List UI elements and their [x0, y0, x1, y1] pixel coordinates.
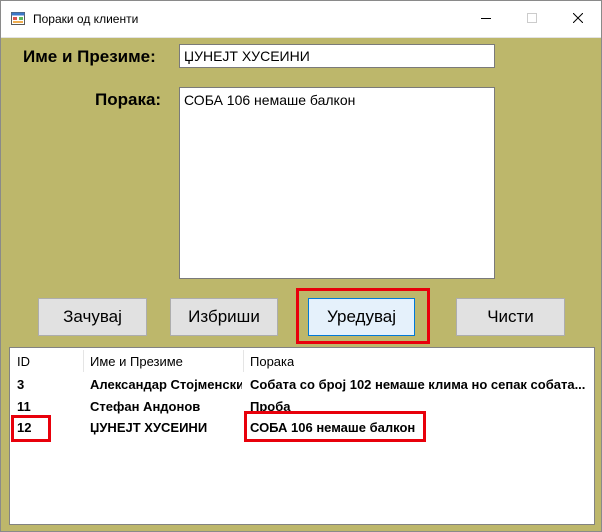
name-label: Име и Презиме: [23, 47, 156, 66]
row-name-cell: Стефан Андонов [90, 399, 201, 414]
minimize-icon [481, 10, 491, 28]
row-name-cell: ЏУНЕЈТ ХУСЕИНИ [90, 420, 208, 435]
maximize-button [509, 1, 555, 37]
column-header-id[interactable]: ID [17, 354, 30, 369]
row-name-cell: Александар Стојменски [90, 377, 242, 392]
delete-button[interactable]: Избриши [170, 298, 278, 336]
save-button[interactable]: Зачувај [38, 298, 147, 336]
column-header-message[interactable]: Порака [250, 354, 294, 369]
app-window: Пораки од клиенти Име и Презиме: ЏУНЕЈТ … [0, 0, 602, 532]
close-icon [572, 10, 584, 28]
maximize-icon [527, 10, 537, 28]
title-bar[interactable]: Пораки од клиенти [1, 1, 601, 38]
name-input[interactable]: ЏУНЕЈТ ХУСЕИНИ [179, 44, 495, 68]
row-id-cell: 3 [17, 377, 25, 392]
message-cell-highlight [244, 411, 426, 442]
message-label: Порака: [95, 90, 162, 109]
column-separator [83, 350, 84, 372]
edit-button-highlight [296, 288, 430, 344]
window-title: Пораки од клиенти [33, 12, 139, 26]
form-icon [11, 12, 25, 25]
column-header-name[interactable]: Име и Презиме [90, 354, 183, 369]
column-separator [243, 350, 244, 372]
row-id-cell: 11 [17, 399, 31, 414]
message-textarea[interactable]: СОБА 106 немаше балкон [179, 87, 495, 279]
minimize-button[interactable] [463, 1, 509, 37]
id-cell-highlight [11, 415, 51, 442]
close-button[interactable] [555, 1, 601, 37]
row-message-cell: Собата со број 102 немаше клима но сепак… [250, 377, 586, 392]
messages-table[interactable]: ID Име и Презиме Порака 3 Александар Сто… [9, 347, 595, 525]
clear-button[interactable]: Чисти [456, 298, 565, 336]
